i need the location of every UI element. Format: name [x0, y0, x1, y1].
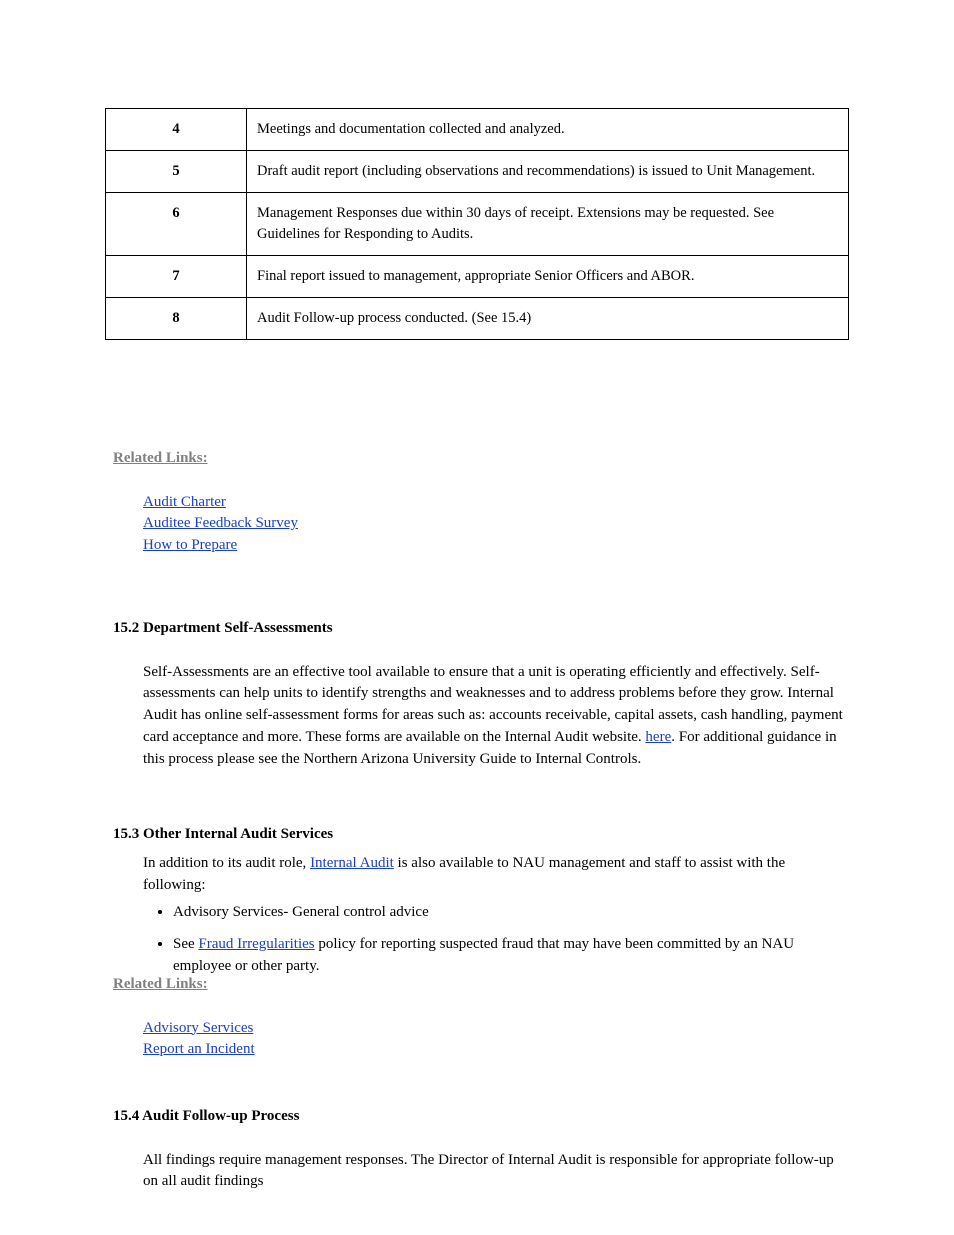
table-row: 5 Draft audit report (including observat…	[106, 151, 849, 193]
section-15-4: 15.4 Audit Follow-up Process All finding…	[113, 1106, 849, 1193]
audit-steps-table: 4 Meetings and documentation collected a…	[105, 108, 849, 340]
table-row: 7 Final report issued to management, app…	[106, 256, 849, 298]
services-list: Advisory Services- General control advic…	[113, 902, 849, 977]
section-body-text: All findings require management response…	[143, 1152, 834, 1190]
table-cell-step: 8	[106, 298, 247, 340]
table-row: 4 Meetings and documentation collected a…	[106, 109, 849, 151]
table-row: 8 Audit Follow-up process conducted. (Se…	[106, 298, 849, 340]
list-item-prefix: See	[173, 936, 198, 952]
section-heading: 15.3 Other Internal Audit Services	[113, 824, 849, 846]
section-15-3: 15.3 Other Internal Audit Services In ad…	[113, 824, 849, 988]
list-item: See Fraud Irregularities policy for repo…	[173, 934, 849, 978]
table-cell-desc: Management Responses due within 30 days …	[247, 193, 849, 256]
table-cell-desc: Meetings and documentation collected and…	[247, 109, 849, 151]
link-here[interactable]: here	[645, 729, 671, 745]
section-body: All findings require management response…	[143, 1150, 849, 1194]
table-cell-step: 5	[106, 151, 247, 193]
list-item: Advisory Services- General control advic…	[173, 902, 849, 924]
section-intro-pre: In addition to its audit role,	[143, 855, 310, 871]
table-cell-step: 7	[106, 256, 247, 298]
table-cell-step: 4	[106, 109, 247, 151]
link-how-to-prepare[interactable]: How to Prepare	[143, 537, 237, 553]
section-heading: 15.4 Audit Follow-up Process	[113, 1106, 849, 1128]
table-cell-desc: Draft audit report (including observatio…	[247, 151, 849, 193]
table-row: 6 Management Responses due within 30 day…	[106, 193, 849, 256]
table-cell-step: 6	[106, 193, 247, 256]
section-intro: In addition to its audit role, Internal …	[143, 853, 849, 897]
link-advisory-services[interactable]: Advisory Services	[143, 1020, 253, 1036]
link-fraud-irregularities[interactable]: Fraud Irregularities	[198, 936, 314, 952]
list-item-text: Advisory Services- General control advic…	[173, 904, 429, 920]
table-cell-desc: Audit Follow-up process conducted. (See …	[247, 298, 849, 340]
link-report-an-incident[interactable]: Report an Incident	[143, 1041, 255, 1057]
document-page: 4 Meetings and documentation collected a…	[0, 0, 954, 1235]
link-auditee-feedback-survey[interactable]: Auditee Feedback Survey	[143, 515, 298, 531]
section-heading: 15.2 Department Self-Assessments	[113, 618, 849, 640]
related-links-heading: Related Links:	[113, 450, 208, 466]
link-audit-charter[interactable]: Audit Charter	[143, 494, 226, 510]
related-links-block: Related Links: Advisory Services Report …	[113, 974, 849, 1061]
related-links-heading: Related Links:	[113, 976, 208, 992]
section-15-2: 15.2 Department Self-Assessments Self-As…	[113, 618, 849, 770]
link-internal-audit[interactable]: Internal Audit	[310, 855, 394, 871]
section-body: Self-Assessments are an effective tool a…	[143, 662, 849, 771]
related-links-block: Related Links: Audit Charter Auditee Fee…	[113, 448, 849, 557]
table-cell-desc: Final report issued to management, appro…	[247, 256, 849, 298]
